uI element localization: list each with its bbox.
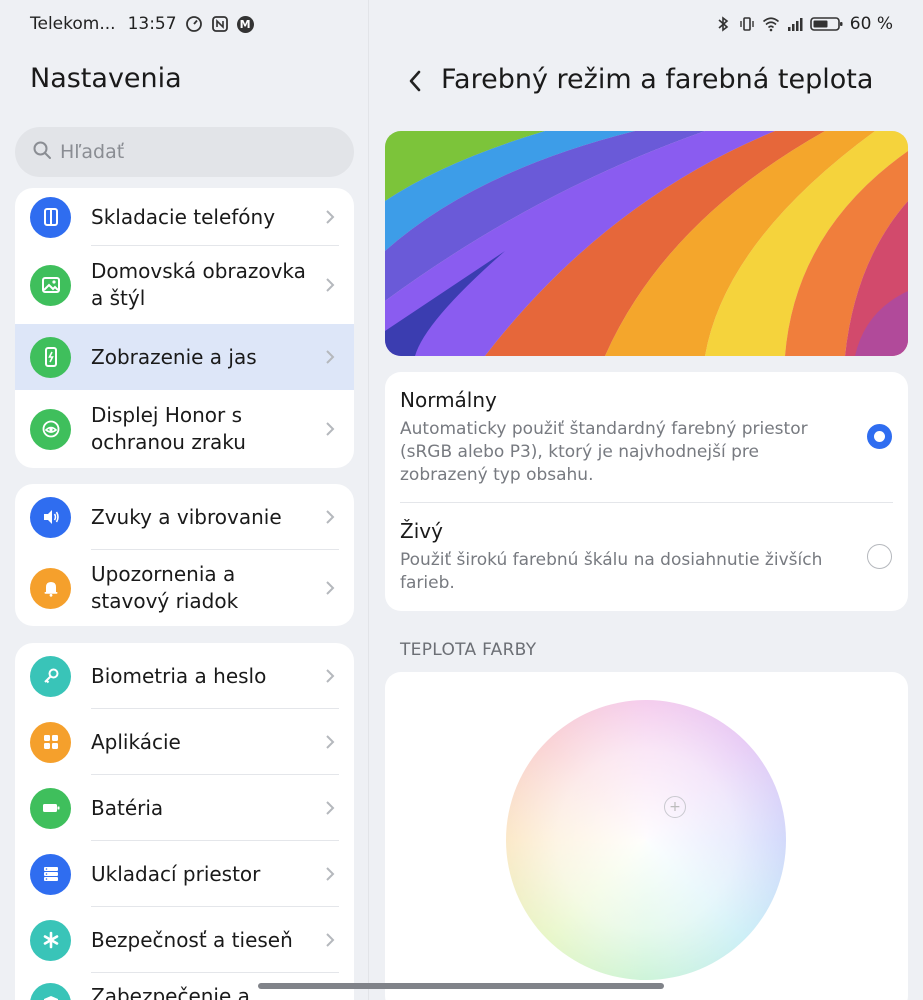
speaker-icon — [30, 496, 71, 538]
mode-description: Použiť širokú farebnú škálu na dosiahnut… — [400, 550, 823, 593]
sidebar-item-storage[interactable]: Ukladací priestor — [15, 841, 354, 907]
sidebar-item-eye-comfort[interactable]: Displej Honor s ochranou zraku — [15, 390, 354, 468]
bell-icon — [30, 567, 71, 609]
image-icon — [30, 264, 71, 306]
status-bar: Telekom... 13:57 M 60 % — [0, 0, 923, 50]
back-button[interactable] — [400, 66, 430, 96]
chevron-right-icon — [326, 422, 335, 436]
chevron-right-icon — [326, 510, 335, 524]
home-indicator[interactable] — [258, 983, 664, 989]
eye-comfort-icon — [30, 408, 71, 450]
wheel-center-handle[interactable]: + — [664, 796, 686, 818]
timer-icon — [185, 15, 203, 33]
radio-normal[interactable] — [867, 424, 892, 449]
sidebar-item-label: Domovská obrazovka a štýl — [91, 259, 306, 310]
chevron-right-icon — [326, 867, 335, 881]
chevron-right-icon — [326, 278, 335, 292]
mode-description: Automaticky použiť štandardný farebný pr… — [400, 419, 808, 485]
chevron-right-icon — [326, 735, 335, 749]
sidebar-item-home-screen[interactable]: Domovská obrazovka a štýl — [15, 246, 354, 324]
color-mode-card: Normálny Automaticky použiť štandardný f… — [385, 372, 908, 611]
color-temperature-wheel[interactable] — [506, 700, 786, 980]
sidebar-item-label: Biometria a heslo — [91, 663, 267, 688]
sidebar-item-label: Ukladací priestor — [91, 861, 261, 886]
sidebar-item-label: Zobrazenie a jas — [91, 344, 257, 369]
sidebar-title: Nastavenia — [30, 63, 182, 94]
sidebar-item-label: Zvuky a vibrovanie — [91, 504, 282, 529]
back-arrow-icon — [409, 70, 421, 92]
chevron-right-icon — [326, 581, 335, 595]
settings-group-2: Zvuky a vibrovanie Upozornenia a stavový… — [15, 484, 354, 626]
sidebar-item-notifications[interactable]: Upozornenia a stavový riadok — [15, 550, 354, 626]
settings-group-1: Skladacie telefóny Domovská obrazovka a … — [15, 188, 354, 468]
divider — [400, 502, 893, 503]
asterisk-icon — [30, 919, 71, 961]
bluetooth-icon — [714, 15, 732, 33]
sidebar-item-foldable[interactable]: Skladacie telefóny — [15, 188, 354, 246]
apps-icon — [30, 721, 71, 763]
nfc-icon — [211, 15, 229, 33]
mode-title: Živý — [400, 519, 443, 543]
section-header-temperature: TEPLOTA FARBY — [400, 640, 537, 660]
sidebar-item-display[interactable]: Zobrazenie a jas — [15, 324, 354, 390]
display-icon — [30, 336, 71, 378]
battery-icon — [30, 787, 71, 829]
wifi-icon — [762, 15, 780, 33]
search-field[interactable]: Hľadať — [15, 127, 354, 177]
settings-group-3: Biometria a heslo Aplikácie Batéria Ukla… — [15, 643, 354, 1000]
sidebar-item-sounds[interactable]: Zvuky a vibrovanie — [15, 484, 354, 550]
chevron-right-icon — [326, 669, 335, 683]
search-placeholder: Hľadať — [60, 141, 125, 163]
sidebar-item-safety[interactable]: Bezpečnosť a tieseň — [15, 907, 354, 973]
sidebar-item-label: Batéria — [91, 795, 164, 820]
foldable-icon — [30, 196, 71, 238]
sidebar-item-apps[interactable]: Aplikácie — [15, 709, 354, 775]
sidebar-item-label: Displej Honor s ochranou zraku — [91, 403, 246, 454]
mode-option-normal[interactable]: Normálny Automaticky použiť štandardný f… — [400, 388, 880, 487]
chevron-right-icon — [326, 801, 335, 815]
color-preview-image — [385, 131, 908, 356]
m-badge-icon: M — [236, 15, 254, 33]
settings-sidebar: Nastavenia Hľadať Skladacie telefóny Dom… — [0, 0, 369, 1000]
storage-icon — [30, 853, 71, 895]
radio-vivid[interactable] — [867, 544, 892, 569]
sidebar-item-label: Bezpečnosť a tieseň — [91, 927, 293, 952]
vibrate-icon — [738, 15, 756, 33]
carrier-label: Telekom... — [30, 14, 116, 34]
color-temperature-card: + — [385, 672, 908, 1000]
chevron-right-icon — [326, 210, 335, 224]
battery-percent: 60 % — [849, 14, 893, 34]
mode-option-vivid[interactable]: Živý Použiť širokú farebnú škálu na dosi… — [400, 519, 880, 595]
key-icon — [30, 655, 71, 697]
shield-icon — [30, 983, 71, 1000]
sidebar-item-label: Skladacie telefóny — [91, 204, 276, 229]
mode-title: Normálny — [400, 388, 497, 412]
signal-icon — [786, 15, 804, 33]
sidebar-item-label: Upozornenia a stavový riadok — [91, 562, 239, 613]
sidebar-item-label: Aplikácie — [91, 729, 181, 754]
sidebar-item-battery[interactable]: Batéria — [15, 775, 354, 841]
page-title: Farebný režim a farebná teplota — [441, 64, 874, 95]
clock: 13:57 — [127, 14, 177, 34]
chevron-right-icon — [326, 933, 335, 947]
chevron-right-icon — [326, 350, 335, 364]
sidebar-item-biometrics[interactable]: Biometria a heslo — [15, 643, 354, 709]
search-icon — [32, 140, 52, 165]
battery-status-icon — [809, 15, 844, 33]
